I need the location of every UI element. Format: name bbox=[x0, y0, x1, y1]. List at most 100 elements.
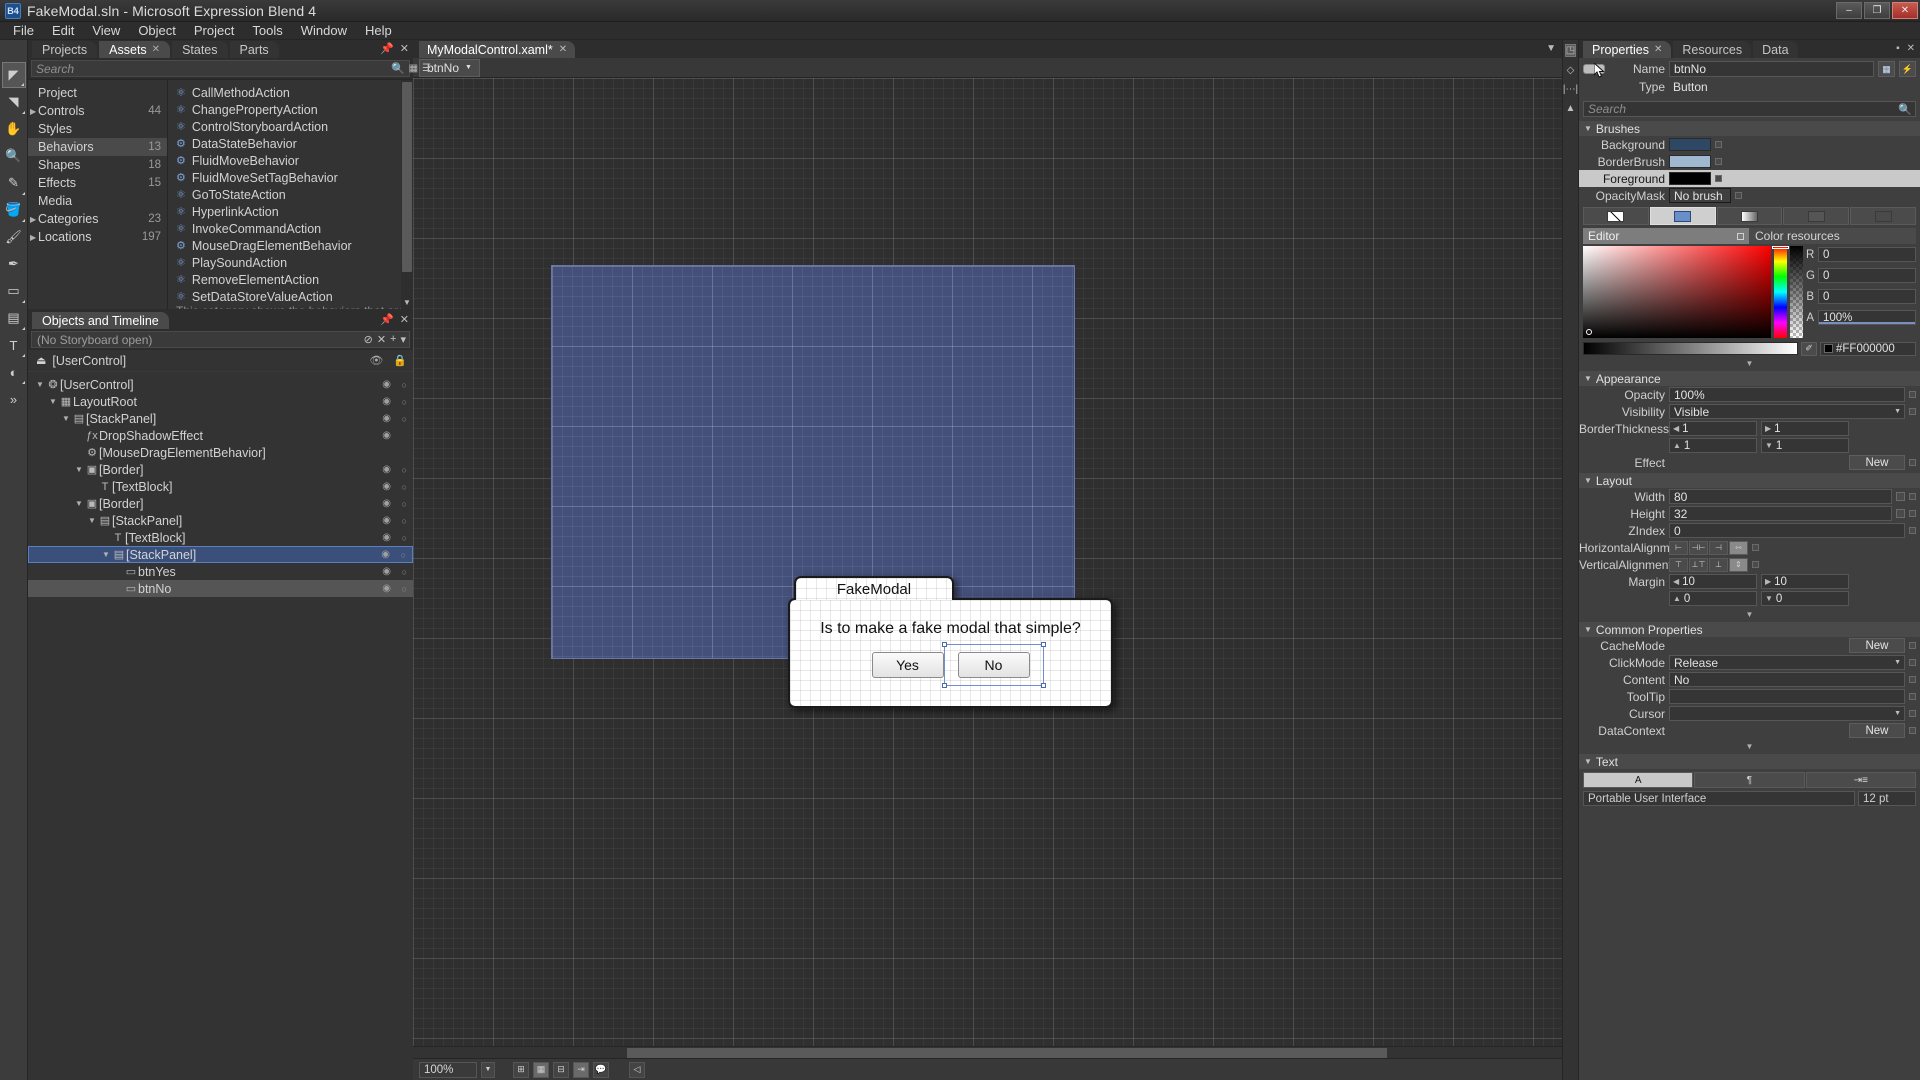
section-layout[interactable]: ▼ Layout bbox=[1579, 473, 1920, 488]
border-top-input[interactable]: ▲ 1 bbox=[1669, 438, 1757, 453]
close-icon[interactable]: ✕ bbox=[559, 44, 567, 55]
brush-resources-tab[interactable] bbox=[1850, 207, 1916, 225]
chevron-down-icon[interactable]: ▼ bbox=[73, 465, 85, 474]
margin-right-input[interactable]: ▶ 10 bbox=[1761, 574, 1849, 589]
menu-object[interactable]: Object bbox=[129, 22, 185, 39]
resize-handle-ne[interactable] bbox=[1040, 642, 1046, 647]
width-advanced-icon[interactable] bbox=[1909, 493, 1916, 500]
zindex-input[interactable]: 0 bbox=[1669, 523, 1905, 538]
tab-document-mymodalcontrol[interactable]: MyModalControl.xaml* ✕ bbox=[419, 41, 576, 58]
resize-handle-sw[interactable] bbox=[941, 683, 947, 688]
eye-icon[interactable]: ◉ bbox=[382, 515, 391, 526]
scroll-down-icon[interactable]: ▼ bbox=[403, 298, 411, 307]
borderbrush-advanced-icon[interactable] bbox=[1715, 158, 1722, 165]
pin-icon[interactable]: 📌 bbox=[380, 313, 394, 326]
width-auto-icon[interactable] bbox=[1896, 492, 1905, 501]
lock-icon[interactable]: ○ bbox=[402, 414, 407, 424]
minimize-button[interactable]: – bbox=[1836, 2, 1862, 19]
properties-search-input[interactable] bbox=[1588, 102, 1911, 116]
menu-file[interactable]: File bbox=[4, 22, 43, 39]
tab-projects[interactable]: Projects bbox=[32, 41, 98, 58]
zoom-tool[interactable]: 🔍 bbox=[2, 143, 26, 169]
paint-bucket-tool[interactable]: 🪣 bbox=[2, 197, 26, 223]
tree-node-layoutroot[interactable]: ▼ ▦ LayoutRoot ◉ ○ bbox=[28, 393, 413, 410]
asset-item[interactable]: ⚙ DataStateBehavior bbox=[168, 135, 413, 152]
tree-node-btnno[interactable]: ▭ btnNo ◉ ○ bbox=[28, 580, 413, 597]
gradient-tool[interactable]: ◐ bbox=[2, 359, 26, 385]
opacity-input[interactable]: 100% bbox=[1669, 387, 1905, 402]
advanced-options-icon[interactable]: ▦ bbox=[1878, 61, 1895, 77]
chevron-right-icon[interactable]: ▶ bbox=[30, 233, 36, 242]
storyboard-close-icon[interactable]: ✕ bbox=[377, 333, 386, 346]
xaml-view-icon[interactable]: ◇ bbox=[1567, 65, 1575, 76]
halign-advanced-icon[interactable] bbox=[1752, 544, 1759, 551]
tree-node-dropshadoweffect[interactable]: ƒx DropShadowEffect ◉ bbox=[28, 427, 413, 444]
paragraph-tab[interactable]: ¶ bbox=[1694, 772, 1805, 788]
height-input[interactable]: 32 bbox=[1669, 506, 1892, 521]
assets-category-effects[interactable]: Effects 15 bbox=[28, 174, 167, 192]
usercontrol-surface[interactable]: FakeModal Is to make a fake modal that s… bbox=[551, 265, 1113, 708]
clickmode-advanced-icon[interactable] bbox=[1909, 659, 1916, 666]
assets-category-behaviors[interactable]: Behaviors 13 bbox=[28, 138, 167, 156]
eye-icon[interactable]: 👁 bbox=[369, 354, 383, 367]
assets-category-shapes[interactable]: Shapes 18 bbox=[28, 156, 167, 174]
assets-category-controls[interactable]: ▶ Controls 44 bbox=[28, 102, 167, 120]
menu-help[interactable]: Help bbox=[356, 22, 401, 39]
fake-modal[interactable]: FakeModal Is to make a fake modal that s… bbox=[788, 576, 1113, 708]
g-input[interactable]: 0 bbox=[1818, 268, 1916, 283]
alpha-slider[interactable] bbox=[1790, 246, 1803, 338]
asset-item[interactable]: ⚛ ControlStoryboardAction bbox=[168, 118, 413, 135]
eye-icon[interactable]: ◉ bbox=[382, 498, 391, 509]
brushes-collapse-handle[interactable]: ▼ bbox=[1579, 358, 1920, 369]
align-top-button[interactable]: ⊤ bbox=[1669, 557, 1688, 572]
tree-node-border[interactable]: ▼ ▣ [Border] ◉ ○ bbox=[28, 461, 413, 478]
eyedropper-icon[interactable]: ✐ bbox=[1801, 341, 1817, 356]
foreground-advanced-icon[interactable] bbox=[1715, 175, 1722, 182]
gradient-brush-tab[interactable] bbox=[1716, 207, 1783, 225]
background-swatch[interactable] bbox=[1669, 138, 1711, 151]
tile-brush-tab[interactable] bbox=[1783, 207, 1850, 225]
resize-handle-se[interactable] bbox=[1040, 683, 1046, 688]
content-input[interactable]: No bbox=[1669, 672, 1905, 687]
align-stretch-v-button[interactable]: ⇕ bbox=[1729, 557, 1748, 572]
eye-icon[interactable]: ◉ bbox=[382, 396, 391, 407]
show-comments-button[interactable]: 💬 bbox=[593, 1061, 609, 1078]
tab-properties[interactable]: Properties ✕ bbox=[1583, 41, 1672, 58]
assets-category-media[interactable]: Media bbox=[28, 192, 167, 210]
height-auto-icon[interactable] bbox=[1896, 509, 1905, 518]
asset-item[interactable]: ⚛ SetDataStoreValueAction bbox=[168, 288, 413, 305]
opacitymask-value[interactable]: No brush bbox=[1669, 188, 1731, 203]
last-used-colors-strip[interactable] bbox=[1583, 342, 1798, 355]
storyboard-selector[interactable]: (No Storyboard open) ⊘ ✕ + ▾ bbox=[31, 331, 410, 348]
split-view-icon[interactable]: |⋯| bbox=[1563, 84, 1578, 95]
tree-node-mousedragelementbehavior[interactable]: ⚙ [MouseDragElementBehavior] bbox=[28, 444, 413, 461]
margin-bottom-input[interactable]: ▼ 0 bbox=[1761, 591, 1849, 606]
collapse-panel-icon[interactable]: ◁ bbox=[629, 1061, 645, 1078]
brush-tool[interactable]: 🖌 bbox=[2, 224, 26, 250]
lock-icon[interactable]: ○ bbox=[402, 482, 407, 492]
tab-parts[interactable]: Parts bbox=[229, 41, 279, 58]
resize-handle-nw[interactable] bbox=[941, 642, 947, 647]
show-grid-button[interactable]: ▦ bbox=[533, 1061, 549, 1078]
close-icon[interactable]: ✕ bbox=[1654, 44, 1662, 55]
height-advanced-icon[interactable] bbox=[1909, 510, 1916, 517]
effect-advanced-icon[interactable] bbox=[1909, 459, 1916, 466]
zindex-advanced-icon[interactable] bbox=[1909, 527, 1916, 534]
datacontext-new-button[interactable]: New bbox=[1849, 723, 1905, 738]
grid-view-icon[interactable]: ▦ bbox=[409, 63, 418, 74]
chevron-down-icon[interactable]: ▼ bbox=[73, 499, 85, 508]
width-input[interactable]: 80 bbox=[1669, 489, 1892, 504]
eye-icon[interactable]: ◉ bbox=[382, 413, 391, 424]
section-brushes[interactable]: ▼ Brushes bbox=[1579, 121, 1920, 136]
tooltip-advanced-icon[interactable] bbox=[1909, 693, 1916, 700]
asset-item[interactable]: ⚛ RemoveElementAction bbox=[168, 271, 413, 288]
align-right-button[interactable]: ⊣ bbox=[1709, 540, 1728, 555]
name-input[interactable]: btnNo bbox=[1669, 61, 1874, 77]
document-tabs-menu-icon[interactable]: ▼ bbox=[1546, 43, 1556, 54]
content-advanced-icon[interactable] bbox=[1909, 676, 1916, 683]
menu-project[interactable]: Project bbox=[185, 22, 243, 39]
textbox-tool[interactable]: T bbox=[2, 332, 26, 358]
pen-tool[interactable]: ✒ bbox=[2, 251, 26, 277]
zoom-value[interactable]: 100% bbox=[419, 1061, 477, 1078]
font-size-dropdown[interactable]: 12 pt bbox=[1858, 791, 1916, 806]
